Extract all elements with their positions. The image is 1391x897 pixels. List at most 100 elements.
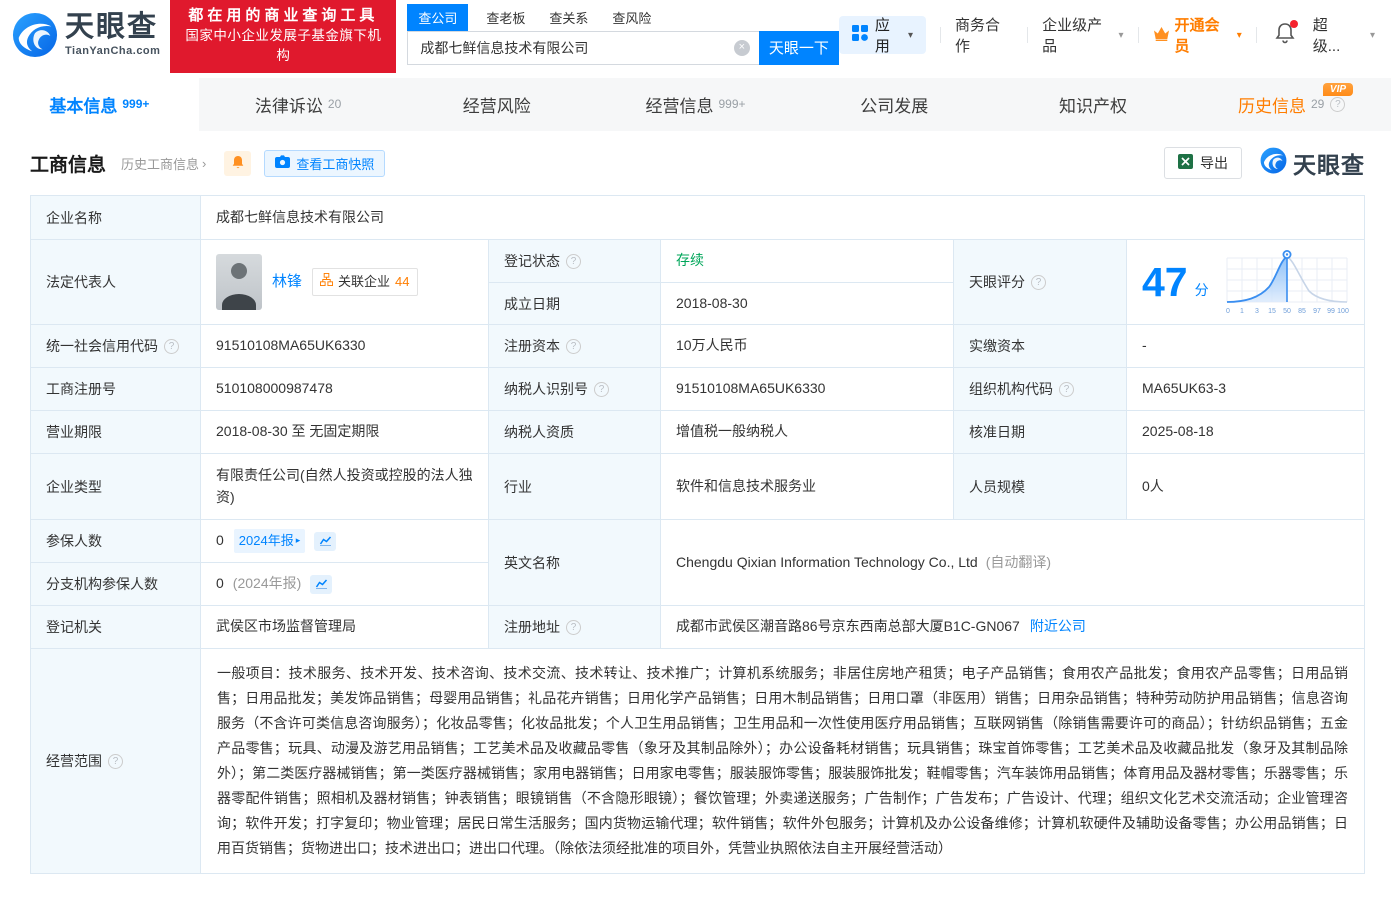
business-coop-link[interactable]: 商务合作 [955, 14, 1013, 56]
paid-capital-value: - [1127, 325, 1365, 368]
tab-label: 历史信息 [1237, 97, 1306, 116]
divider [940, 27, 941, 43]
reg-authority-value: 武侯区市场监督管理局 [201, 606, 489, 649]
branch-insured-value: 0 [216, 575, 224, 592]
tab-count: 999+ [718, 96, 746, 111]
svg-text:97: 97 [1313, 308, 1321, 315]
staff-size-label: 人员规模 [954, 454, 1127, 520]
camera-icon [275, 155, 291, 171]
svg-text:100: 100 [1337, 308, 1349, 315]
clear-search-icon[interactable]: × [733, 39, 750, 56]
tab-operating-risk[interactable]: 经营风险 [397, 78, 596, 131]
establish-date-label: 成立日期 [489, 283, 661, 325]
brand-domain: TianYanCha.com [65, 45, 161, 57]
tab-operating-info[interactable]: 经营信息 999+ [596, 78, 795, 131]
tab-intellectual-property[interactable]: 知识产权 [994, 78, 1193, 131]
tab-company-development[interactable]: 公司发展 [795, 78, 994, 131]
taxpayer-id-label: 纳税人识别号 ? [489, 368, 661, 411]
search-tab-company[interactable]: 查公司 [407, 3, 469, 31]
annual-report-label: 2024年报 [238, 532, 294, 548]
question-icon[interactable]: ? [1031, 274, 1046, 290]
search-tabs: 查公司 查老板 查关系 查风险 [407, 3, 838, 31]
question-icon[interactable]: ? [164, 338, 179, 354]
legal-rep-label: 法定代表人 [31, 240, 201, 325]
apps-menu[interactable]: 应用 ▾ [838, 16, 926, 55]
credit-code-value: 91510108MA65UK6330 [201, 325, 489, 368]
svg-text:3: 3 [1255, 308, 1259, 315]
business-scope-label: 经营范围 ? [31, 649, 201, 874]
trend-chart-icon[interactable] [310, 574, 333, 594]
tab-label: 法律诉讼 [254, 97, 323, 116]
tianyancha-logo[interactable]: 天眼查 TianYanCha.com [12, 12, 160, 58]
org-code-label: 组织机构代码 ? [954, 368, 1127, 411]
export-button-label: 导出 [1200, 155, 1228, 171]
divider [1255, 27, 1257, 43]
question-icon[interactable]: ? [108, 753, 123, 769]
search-tab-boss[interactable]: 查老板 [486, 8, 525, 31]
promo-banner: 都在用的商业查询工具 国家中小企业发展子基金旗下机构 [170, 0, 397, 74]
credit-code-label-text: 统一社会信用代码 [46, 338, 158, 354]
approval-date-label: 核准日期 [954, 411, 1127, 454]
crown-icon [1153, 26, 1170, 45]
related-companies-badge[interactable]: 关联企业 44 [312, 267, 418, 297]
history-link-label: 历史工商信息 [121, 156, 200, 172]
trend-chart-icon[interactable] [314, 531, 337, 551]
tab-count: 20 [327, 96, 342, 111]
question-icon[interactable]: ? [566, 338, 581, 354]
question-icon[interactable]: ? [594, 381, 609, 397]
watermark-brand: 天眼查 [1293, 152, 1365, 178]
tab-label: 经营风险 [462, 97, 531, 116]
nearby-companies-link[interactable]: 附近公司 [1030, 616, 1086, 638]
approval-date-value: 2025-08-18 [1127, 411, 1365, 454]
watermark-logo: 天眼查 [1260, 146, 1365, 180]
question-icon[interactable]: ? [1059, 381, 1074, 397]
open-vip-link[interactable]: 开通会员 ▾ [1153, 14, 1242, 56]
header-nav: 应用 ▾ 商务合作 企业级产品 ▾ 开通会员 ▾ 超级... ▾ [838, 14, 1375, 56]
search-tab-relation[interactable]: 查关系 [549, 8, 588, 31]
legal-rep-cell: 林锋 关联企业 44 [201, 240, 489, 325]
view-snapshot-button[interactable]: 查看工商快照 [264, 149, 386, 177]
legal-rep-photo[interactable] [216, 254, 262, 310]
reg-status-value: 存续 [661, 240, 954, 283]
tab-label: 知识产权 [1058, 97, 1127, 116]
export-button[interactable]: 导出 [1164, 147, 1242, 179]
branch-insured-cell: 0 (2024年报) [201, 563, 489, 606]
related-count: 44 [395, 273, 410, 289]
tab-legal-litigation[interactable]: 法律诉讼 20 [199, 78, 398, 131]
taxpayer-id-label-text: 纳税人识别号 [504, 381, 588, 397]
reg-capital-label: 注册资本 ? [489, 325, 661, 368]
monitor-bell-button[interactable] [224, 150, 252, 176]
org-chart-icon [320, 272, 334, 292]
enterprise-product-link[interactable]: 企业级产品 ▾ [1042, 14, 1123, 56]
search-button[interactable]: 天眼一下 [758, 30, 839, 65]
industry-value: 软件和信息技术服务业 [661, 454, 954, 520]
svg-text:85: 85 [1298, 308, 1306, 315]
tab-basic-info[interactable]: 基本信息 999+ [0, 78, 199, 131]
taxpayer-quality-label: 纳税人资质 [489, 411, 661, 454]
score-label-text: 天眼评分 [969, 274, 1025, 290]
excel-icon [1178, 154, 1193, 172]
section-title: 工商信息 [30, 154, 107, 176]
company-type-label: 企业类型 [31, 454, 201, 520]
staff-size-value: 0人 [1127, 454, 1365, 520]
notifications-bell-icon[interactable] [1275, 19, 1298, 49]
question-icon[interactable]: ? [1330, 97, 1346, 112]
business-info-section-header: 工商信息 历史工商信息 › 查看工商快照 导出 天眼查 [0, 131, 1391, 195]
insured-count-cell: 0 2024年报 ▸ [201, 520, 489, 563]
question-icon[interactable]: ? [566, 619, 581, 635]
search-tab-risk[interactable]: 查风险 [612, 8, 651, 31]
user-account-link[interactable]: 超级... [1313, 14, 1354, 56]
vip-caret-icon: ▾ [1236, 29, 1242, 41]
tab-label: 经营信息 [645, 97, 714, 116]
annual-report-chip[interactable]: 2024年报 ▸ [233, 528, 306, 554]
tab-history-info[interactable]: VIP 历史信息 29 ? [1192, 78, 1391, 131]
search-input[interactable] [408, 39, 759, 56]
promo-line2: 国家中小企业发展子基金旗下机构 [185, 28, 382, 63]
legal-rep-link[interactable]: 林锋 [272, 270, 302, 293]
question-icon[interactable]: ? [566, 253, 581, 269]
history-business-info-link[interactable]: 历史工商信息 › [121, 154, 206, 173]
user-caret-icon[interactable]: ▾ [1370, 30, 1375, 41]
tab-count: 999+ [122, 96, 150, 111]
caret-right-icon: ▸ [295, 535, 301, 546]
company-name-value: 成都七鲜信息技术有限公司 [201, 196, 1365, 240]
